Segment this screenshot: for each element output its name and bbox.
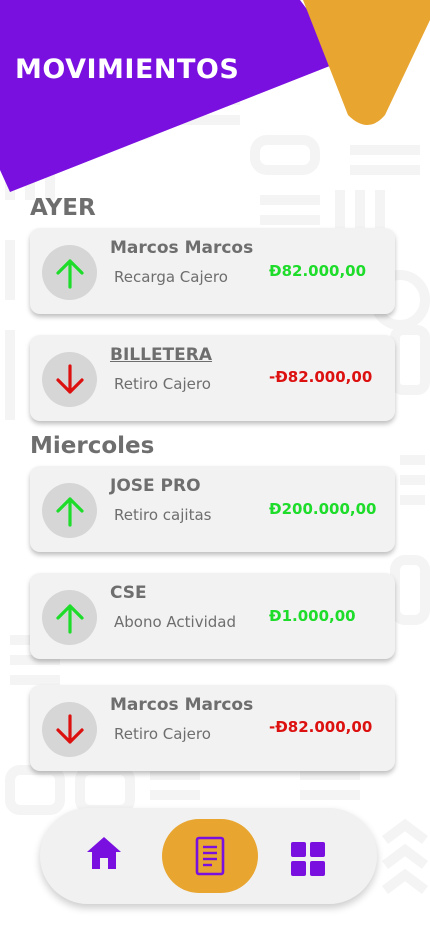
movements-button[interactable] [162,819,258,893]
transaction-description: Abono Actividad [114,613,236,631]
arrow-down-icon [42,702,97,757]
transaction-name: Marcos Marcos [110,695,254,715]
transaction-amount: -Đ82.000,00 [269,718,373,736]
grid-icon [291,842,325,876]
transaction-name: JOSE PRO [110,476,201,496]
transaction-card[interactable]: Marcos Marcos Recarga Cajero Đ82.000,00 [30,228,395,314]
arrow-up-icon [42,483,97,538]
transaction-card[interactable]: BILLETERA Retiro Cajero -Đ82.000,00 [30,335,395,421]
transaction-amount: Đ82.000,00 [269,262,367,280]
menu-grid-button[interactable] [286,837,330,881]
transaction-amount: -Đ82.000,00 [269,368,373,386]
page-title: MOVIMIENTOS [15,54,240,85]
transaction-name: CSE [110,583,147,603]
home-icon [87,837,121,869]
arrow-up-icon [42,245,97,300]
transaction-name: Marcos Marcos [110,238,254,258]
transaction-card[interactable]: CSE Abono Actividad Đ1.000,00 [30,573,395,659]
transaction-amount: Đ1.000,00 [269,607,356,625]
arrow-down-icon [42,352,97,407]
transaction-description: Recarga Cajero [114,268,228,286]
transaction-description: Retiro Cajero [114,725,211,743]
transaction-card[interactable]: JOSE PRO Retiro cajitas Đ200.000,00 [30,466,395,552]
section-title-ayer: AYER [30,195,96,221]
document-icon [195,836,225,876]
arrow-up-icon [42,590,97,645]
transaction-name-link[interactable]: BILLETERA [110,345,212,365]
transaction-description: Retiro Cajero [114,375,211,393]
transaction-card[interactable]: Marcos Marcos Retiro Cajero -Đ82.000,00 [30,685,395,771]
home-button[interactable] [84,833,124,873]
bottom-navigation [40,808,377,904]
transaction-description: Retiro cajitas [114,506,212,524]
section-title-miercoles: Miercoles [30,433,155,459]
transaction-amount: Đ200.000,00 [269,500,377,518]
header-background [0,0,430,192]
